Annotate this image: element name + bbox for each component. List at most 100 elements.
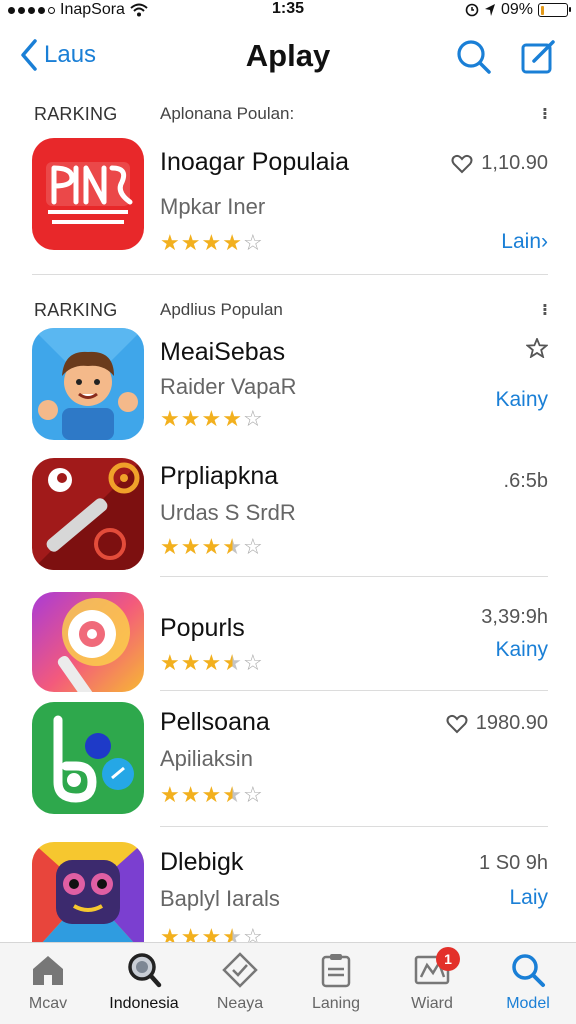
app-meta: .6:5b	[504, 470, 548, 493]
star-filled-icon: ★	[160, 406, 181, 431]
app-icon[interactable]	[32, 458, 144, 570]
cartoon-character-icon	[32, 328, 144, 440]
star-filled-icon: ★	[180, 534, 202, 559]
section-subtitle: Apdlius Populan	[160, 300, 283, 319]
app-meta	[526, 338, 548, 358]
section-header: RARKING Aplonana Poulan: ⁝	[0, 96, 576, 130]
app-name[interactable]: MeaiSebas	[160, 338, 285, 367]
app-meta-value: 3,39:9h	[481, 606, 548, 628]
app-icon[interactable]	[32, 702, 144, 814]
battery-icon	[538, 3, 571, 17]
star-empty-icon: ☆	[242, 782, 264, 807]
app-developer: Mpkar Iner	[160, 194, 266, 219]
star-filled-icon: ★	[180, 782, 202, 807]
star-filled-icon: ★	[160, 650, 181, 675]
tab-indonesia[interactable]: Indonesia	[96, 951, 192, 1023]
section-rank-label: RARKING	[34, 300, 118, 320]
section-rank-label: RARKING	[34, 104, 118, 124]
star-filled-icon: ★	[201, 406, 223, 431]
star-filled-icon: ★	[222, 230, 243, 255]
more-options-icon[interactable]: ⁝	[542, 104, 548, 124]
section-subtitle: Aplonana Poulan:	[160, 104, 295, 123]
app-meta-value: 1 S0 9h	[479, 852, 548, 874]
star-half-icon: ★	[222, 534, 243, 559]
get-button[interactable]: Kainy	[495, 388, 548, 412]
app-icon[interactable]	[32, 592, 144, 692]
star-half-icon: ★	[222, 650, 243, 675]
heart-icon[interactable]	[446, 714, 468, 734]
tab-label: Mcav	[28, 995, 68, 1012]
status-bar: InapSora 1:35 09%	[0, 0, 576, 22]
app-name[interactable]: Inoagar Populaia	[160, 148, 349, 177]
star-empty-icon: ☆	[242, 406, 264, 431]
tab-label: Wiard	[411, 995, 453, 1012]
app-icon[interactable]	[32, 138, 144, 250]
tab-wiard[interactable]: 1 Wiard	[384, 947, 480, 1023]
star-empty-icon: ☆	[242, 230, 264, 255]
star-filled-icon: ★	[180, 406, 202, 431]
tab-label: Model	[506, 995, 550, 1012]
star-filled-icon: ★	[160, 534, 181, 559]
app-developer: Urdas S SrdR	[160, 500, 296, 525]
star-filled-icon: ★	[201, 230, 223, 255]
tab-model[interactable]: Model	[480, 951, 576, 1023]
app-name[interactable]: Pellsoana	[160, 708, 270, 737]
battery-percent: 09%	[500, 1, 533, 18]
star-filled-icon: ★	[180, 650, 202, 675]
rating-stars: ★★★★☆	[160, 534, 264, 560]
alarm-icon	[465, 3, 479, 17]
divider	[160, 690, 548, 691]
search-icon[interactable]	[455, 38, 493, 76]
rating-stars: ★★★★☆	[160, 406, 264, 432]
diamond-icon	[222, 952, 258, 988]
star-outline-icon[interactable]	[526, 338, 548, 358]
star-empty-icon: ☆	[242, 534, 264, 559]
divider	[160, 576, 548, 577]
app-name[interactable]: Popurls	[160, 614, 245, 643]
star-filled-icon: ★	[222, 406, 243, 431]
tab-bar: Mcav Indonesia Neaya Laning 1 Wiard Mode…	[0, 942, 576, 1024]
tab-home[interactable]: Mcav	[0, 951, 96, 1023]
compose-icon[interactable]	[520, 38, 558, 76]
notification-badge: 1	[436, 947, 460, 971]
search-magnifier-icon	[128, 953, 162, 988]
app-name[interactable]: Dlebigk	[160, 848, 243, 877]
app-developer: Apiliaksin	[160, 746, 253, 771]
star-filled-icon: ★	[201, 650, 223, 675]
app-developer: Baplyl Iarals	[160, 886, 280, 911]
navigation-bar: Laus Aplay	[0, 22, 576, 94]
get-button[interactable]: Laiy	[509, 886, 548, 910]
star-filled-icon: ★	[160, 230, 181, 255]
location-arrow-icon	[484, 4, 495, 16]
green-b-logo-icon	[32, 702, 144, 814]
tab-laning[interactable]: Laning	[288, 951, 384, 1023]
home-icon	[33, 956, 63, 985]
tab-label: Laning	[311, 995, 361, 1012]
app-meta: 1,10.90	[451, 152, 548, 175]
monster-face-icon	[32, 842, 144, 942]
clipboard-icon	[321, 954, 351, 988]
star-filled-icon: ★	[201, 534, 223, 559]
search-icon	[512, 954, 545, 987]
app-icon[interactable]	[32, 328, 144, 440]
divider	[160, 826, 548, 827]
get-button[interactable]: Lain›	[501, 230, 548, 254]
app-meta-value: 1980.90	[475, 712, 548, 734]
star-filled-icon: ★	[201, 782, 223, 807]
star-empty-icon: ☆	[242, 650, 264, 675]
rating-stars: ★★★★☆	[160, 230, 264, 256]
app-meta-value: 1,10.90	[481, 152, 548, 174]
app-name[interactable]: Prpliapkna	[160, 462, 278, 491]
more-options-icon[interactable]: ⁝	[542, 300, 548, 320]
divider	[32, 274, 548, 275]
get-button[interactable]: Kainy	[495, 638, 548, 662]
status-right: 09%	[465, 0, 571, 20]
tab-neaya[interactable]: Neaya	[192, 951, 288, 1023]
rating-stars: ★★★★☆	[160, 650, 264, 676]
red-logo-icon	[32, 138, 144, 250]
tab-label: Neaya	[216, 995, 264, 1012]
app-meta: 1 S0 9h	[479, 852, 548, 875]
app-icon[interactable]	[32, 842, 144, 942]
heart-icon[interactable]	[451, 154, 473, 174]
app-meta-value: .6:5b	[503, 470, 548, 492]
